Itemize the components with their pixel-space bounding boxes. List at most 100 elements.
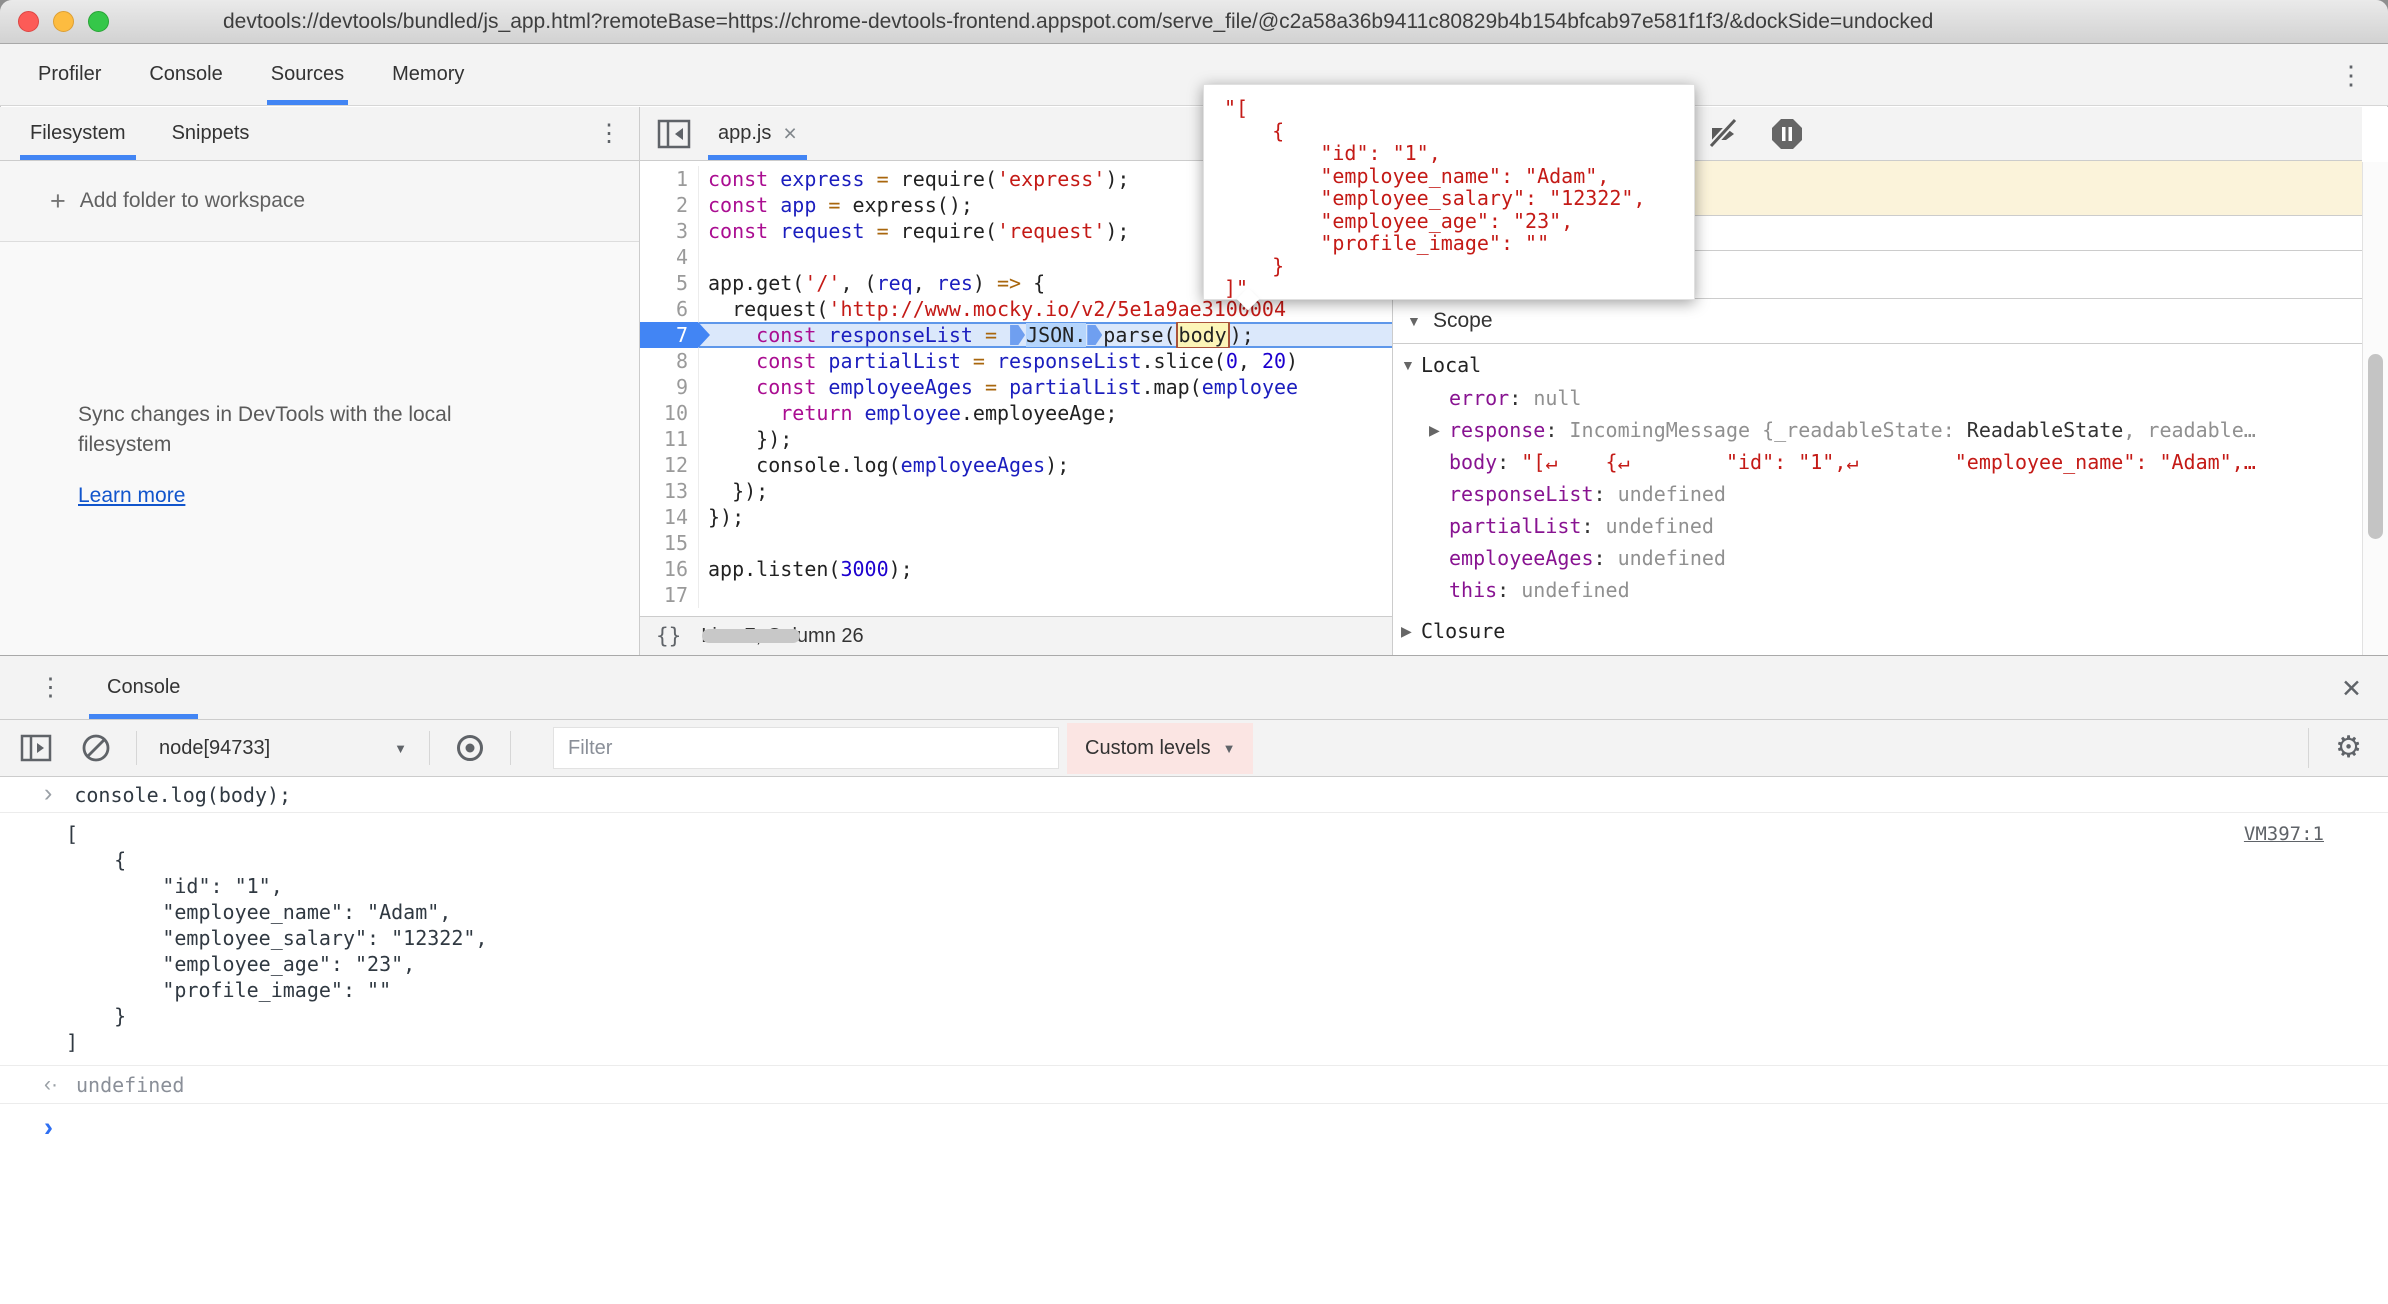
- code-line-text[interactable]: });: [698, 504, 1392, 530]
- line-number-gutter[interactable]: 7: [640, 322, 698, 348]
- devtools-window: devtools://devtools/bundled/js_app.html?…: [0, 0, 2388, 1304]
- show-console-sidebar-icon[interactable]: [18, 730, 54, 766]
- custom-levels-dropdown[interactable]: Custom levels ▼: [1067, 723, 1253, 774]
- live-expression-eye-icon[interactable]: [452, 730, 488, 766]
- tab-snippets[interactable]: Snippets: [156, 107, 266, 160]
- deactivate-breakpoints-icon[interactable]: [1705, 115, 1743, 153]
- code-token: employeeAges: [901, 453, 1046, 477]
- horizontal-scrollbar[interactable]: [702, 629, 800, 643]
- line-number-gutter[interactable]: 4: [640, 244, 698, 270]
- scope-variable-employeeAges[interactable]: employeeAges: undefined: [1393, 542, 2362, 574]
- scope-variable-partialList[interactable]: partialList: undefined: [1393, 510, 2362, 542]
- line-number-gutter[interactable]: 13: [640, 478, 698, 504]
- tab-filesystem[interactable]: Filesystem: [14, 107, 142, 160]
- code-token: [816, 193, 828, 217]
- source-location-link[interactable]: VM397:1: [2244, 821, 2324, 847]
- tooltip-line: ]": [1224, 277, 1694, 300]
- variable-name: error: [1449, 382, 1509, 414]
- add-folder-to-workspace[interactable]: + Add folder to workspace: [0, 161, 639, 242]
- code-token: responseList: [828, 323, 973, 347]
- line-number-gutter[interactable]: 5: [640, 270, 698, 296]
- editor-tab-appjs[interactable]: app.js ×: [706, 107, 809, 160]
- learn-more-link[interactable]: Learn more: [78, 484, 639, 508]
- code-token: undefined: [1521, 574, 1629, 606]
- line-number-gutter[interactable]: 2: [640, 192, 698, 218]
- line-number-gutter[interactable]: 16: [640, 556, 698, 582]
- clear-console-icon[interactable]: [78, 730, 114, 766]
- scope-scrollbar-thumb[interactable]: [2368, 354, 2383, 539]
- line-number-gutter[interactable]: 6: [640, 296, 698, 322]
- scope-variable-response[interactable]: ▶response: IncomingMessage {_readableSta…: [1393, 414, 2362, 446]
- code-line-text[interactable]: });: [698, 478, 1392, 504]
- disclosure-triangle-icon[interactable]: ▶: [1393, 614, 1421, 648]
- tab-memory[interactable]: Memory: [368, 44, 488, 105]
- line-number-gutter[interactable]: 10: [640, 400, 698, 426]
- scope-closure-group[interactable]: ▶Closure: [1393, 614, 2362, 648]
- continue-to-marker-icon[interactable]: [1010, 325, 1025, 345]
- code-token: const: [756, 323, 828, 347]
- code-line-text[interactable]: [698, 530, 1392, 556]
- minimize-window-button[interactable]: [53, 11, 74, 32]
- disclosure-triangle-icon[interactable]: ▶: [1421, 414, 1449, 446]
- close-tab-icon[interactable]: ×: [783, 120, 796, 147]
- scope-section-header[interactable]: ▼ Scope: [1393, 299, 2362, 344]
- line-number-gutter[interactable]: 3: [640, 218, 698, 244]
- code-token: );: [1045, 453, 1069, 477]
- console-log-output[interactable]: VM397:1 [ { "id": "1", "employee_name": …: [0, 813, 2388, 1066]
- code-line-text[interactable]: app.listen(3000);: [698, 556, 1392, 582]
- pretty-print-icon[interactable]: {}: [656, 624, 681, 648]
- console-settings-gear-icon[interactable]: ⚙: [2335, 733, 2362, 763]
- scope-variable-responseList[interactable]: responseList: undefined: [1393, 478, 2362, 510]
- line-number-gutter[interactable]: 8: [640, 348, 698, 374]
- execution-context-selector[interactable]: node[94733] ▼: [159, 737, 407, 760]
- disclosure-triangle-icon[interactable]: ▼: [1393, 348, 1421, 382]
- scope-variable-body[interactable]: body: "[↵ {↵ "id": "1",↵ "employee_name"…: [1393, 446, 2362, 478]
- console-prompt[interactable]: ›: [0, 1104, 2388, 1150]
- code-line-text[interactable]: const responseList = JSON.parse(body);: [698, 322, 1392, 348]
- continue-to-marker-icon[interactable]: [1087, 325, 1102, 345]
- log-line: }: [66, 1003, 2388, 1029]
- console-eval-result[interactable]: ‹· undefined: [0, 1066, 2388, 1104]
- line-number-gutter[interactable]: 12: [640, 452, 698, 478]
- tooltip-line: "employee_salary": "12322",: [1224, 187, 1694, 210]
- console-kebab-icon[interactable]: ⋮: [0, 674, 63, 700]
- scope-variable-error[interactable]: error: null: [1393, 382, 2362, 414]
- console-command-echo[interactable]: › console.log(body);: [0, 777, 2388, 813]
- close-window-button[interactable]: [18, 11, 39, 32]
- code-line-text[interactable]: const partialList = responseList.slice(0…: [698, 348, 1392, 374]
- hide-navigator-icon[interactable]: [656, 117, 692, 151]
- spacer: [1421, 510, 1449, 542]
- line-number-gutter[interactable]: 9: [640, 374, 698, 400]
- more-tools-kebab-icon[interactable]: ⋮: [2314, 62, 2388, 88]
- scope-scrollbar-track[interactable]: [2362, 162, 2388, 655]
- code-token: ): [1286, 349, 1298, 373]
- code-line-text[interactable]: });: [698, 426, 1392, 452]
- console-drawer-tab[interactable]: Console: [105, 656, 182, 719]
- titlebar[interactable]: devtools://devtools/bundled/js_app.html?…: [0, 0, 2388, 44]
- line-number-gutter[interactable]: 17: [640, 582, 698, 608]
- close-console-icon[interactable]: ✕: [2341, 674, 2362, 704]
- code-token: partialList: [828, 349, 960, 373]
- navigator-kebab-icon[interactable]: ⋮: [579, 122, 639, 146]
- colon: :: [1497, 446, 1521, 478]
- code-line-text[interactable]: const employeeAges = partialList.map(emp…: [698, 374, 1392, 400]
- code-line-text[interactable]: [698, 582, 1392, 608]
- line-number-gutter[interactable]: 14: [640, 504, 698, 530]
- console-header: ⋮ Console ✕: [0, 656, 2388, 720]
- console-filter-input[interactable]: [553, 727, 1059, 769]
- zoom-window-button[interactable]: [88, 11, 109, 32]
- code-line-text[interactable]: console.log(employeeAges);: [698, 452, 1392, 478]
- scope-local-group[interactable]: ▼Local: [1393, 348, 2362, 382]
- line-number-gutter[interactable]: 11: [640, 426, 698, 452]
- line-number-gutter[interactable]: 15: [640, 530, 698, 556]
- tab-console[interactable]: Console: [125, 44, 246, 105]
- variable-name: responseList: [1449, 478, 1594, 510]
- code-line-text[interactable]: return employee.employeeAge;: [698, 400, 1392, 426]
- tab-profiler[interactable]: Profiler: [14, 44, 125, 105]
- scope-variable-this[interactable]: this: undefined: [1393, 574, 2362, 606]
- code-token: request: [780, 219, 864, 243]
- code-token: ReadableState: [1967, 414, 2124, 446]
- pause-on-exceptions-icon[interactable]: [1769, 116, 1805, 152]
- tab-sources[interactable]: Sources: [247, 44, 368, 105]
- line-number-gutter[interactable]: 1: [640, 166, 698, 192]
